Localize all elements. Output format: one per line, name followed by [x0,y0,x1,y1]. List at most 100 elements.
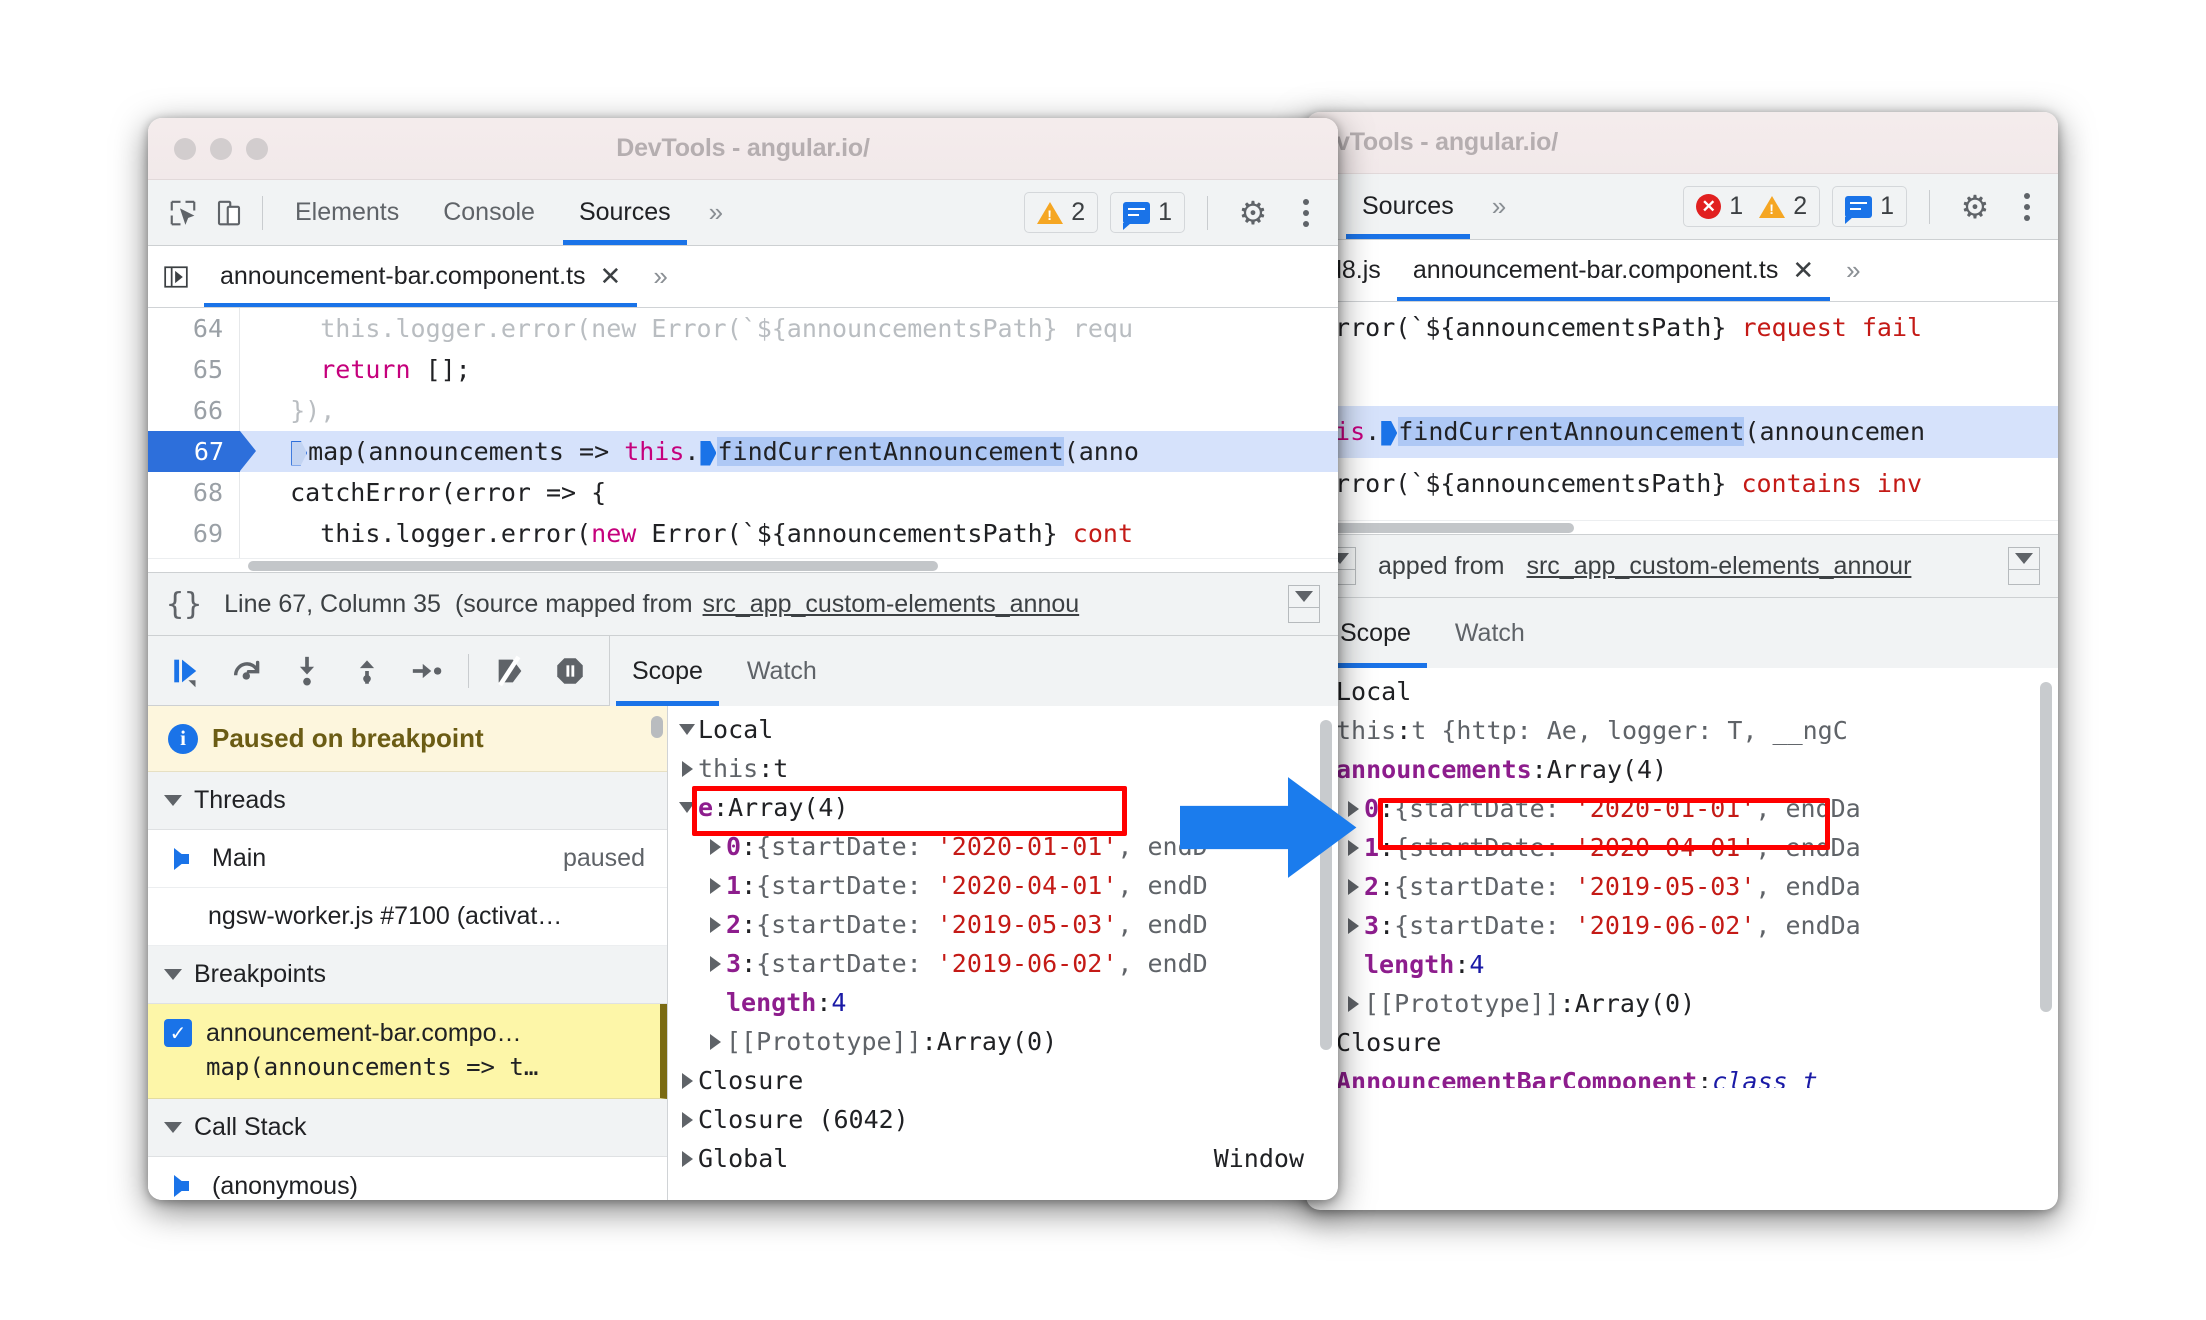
scope-row[interactable]: Global Window [668,1139,1338,1178]
show-navigator-icon[interactable] [148,264,204,290]
scope-row[interactable]: Local [1306,672,2058,711]
tab-console[interactable]: Console [421,180,557,245]
chevron-right-icon[interactable] [1342,995,1364,1012]
code-line[interactable]: 66 }), [148,390,1338,431]
pretty-print-icon[interactable]: {} [166,587,202,622]
scope-row[interactable]: Closure [668,1061,1338,1100]
step-icon[interactable] [400,644,454,698]
file-tabs-overflow-chevron-icon[interactable]: » [637,261,680,292]
left-code-editor[interactable]: 64 this.logger.error(new Error(`${announ… [148,308,1338,572]
pause-exceptions-icon[interactable] [543,644,597,698]
gear-icon[interactable]: ⚙ [1952,184,1998,230]
chevron-right-icon[interactable] [704,916,726,933]
kebab-menu-icon[interactable] [2010,184,2044,230]
chevron-right-icon[interactable] [676,760,698,777]
error-warning-badge[interactable]: ✕ 1 2 [1683,186,1821,227]
right-code-editor[interactable]: Error(`${announcementsPath} request fail… [1306,302,2058,534]
right-scope-tree[interactable]: Local this: t {http: Ae, logger: T, __ngC… [1306,668,2058,1088]
code-line[interactable]: 64 this.logger.error(new Error(`${announ… [148,308,1338,349]
scope-row[interactable]: 1: {startDate: '2020-04-01', endDa [1306,828,2058,867]
file-tab-announcement-bar[interactable]: announcement-bar.component.ts ✕ [204,246,638,307]
chevron-right-icon[interactable] [704,1033,726,1050]
line-number[interactable]: 68 [148,472,240,513]
tab-elements[interactable]: Elements [273,180,421,245]
chevron-down-icon[interactable] [676,802,698,813]
code-line[interactable]: 68 catchError(error => { [148,472,1338,513]
message-badge[interactable]: 1 [1832,186,1907,227]
scope-row[interactable]: [[Prototype]]: Array(0) [668,1022,1338,1061]
deactivate-breakpoints-icon[interactable] [483,644,537,698]
line-number[interactable]: 66 [148,390,240,431]
gear-icon[interactable]: ⚙ [1230,190,1276,236]
line-number[interactable]: 64 [148,308,240,349]
close-icon[interactable]: ✕ [600,261,622,292]
resume-icon[interactable] [160,644,214,698]
callstack-section-header[interactable]: Call Stack [148,1099,667,1157]
step-into-icon[interactable] [280,644,334,698]
code-line[interactable]: Error(`${announcementsPath} contains inv [1306,458,2058,510]
scope-row[interactable]: length: 4 [1306,945,2058,984]
right-horizontal-scrollbar[interactable] [1306,520,2058,534]
tab-sources[interactable]: Sources [557,180,693,245]
inspect-element-icon[interactable] [160,190,206,236]
thread-row-main[interactable]: Main paused [148,830,667,888]
more-tabs-chevron-icon[interactable]: » [1476,191,1519,222]
inline-breakpoint-marker-active[interactable] [700,440,717,466]
breakpoints-section-header[interactable]: Breakpoints [148,946,667,1004]
chevron-right-icon[interactable] [676,1072,698,1089]
tab-watch[interactable]: Watch [1433,598,1547,668]
code-line[interactable] [1306,354,2058,406]
chevron-right-icon[interactable] [704,877,726,894]
scope-row[interactable]: length: 4 [668,983,1338,1022]
scope-row[interactable]: 3: {startDate: '2019-06-02', endDa [1306,906,2058,945]
breakpoint-checkbox[interactable]: ✓ [164,1019,192,1047]
inline-breakpoint-marker[interactable] [291,440,308,466]
scope-row[interactable]: 3: {startDate: '2019-06-02', endD [668,944,1338,983]
chevron-down-icon[interactable] [676,724,698,735]
close-icon[interactable]: ✕ [1792,255,1814,286]
chevron-right-icon[interactable] [676,1150,698,1167]
scope-row[interactable]: Local [668,710,1338,749]
message-badge[interactable]: 1 [1110,192,1185,233]
file-tab-announcement-bar[interactable]: announcement-bar.component.ts ✕ [1396,240,1831,301]
more-tabs-chevron-icon[interactable]: » [693,197,736,228]
line-number[interactable]: 65 [148,349,240,390]
thread-row-worker[interactable]: ngsw-worker.js #7100 (activat… [148,888,667,946]
popout-icon[interactable] [2008,547,2040,585]
scope-row[interactable]: AnnouncementBarComponent: class t [1306,1062,2058,1088]
breakpoint-item[interactable]: ✓ announcement-bar.compo… map(announceme… [148,1004,667,1099]
scope-row[interactable]: 2: {startDate: '2019-05-03', endD [668,905,1338,944]
kebab-menu-icon[interactable] [1288,190,1324,236]
step-out-icon[interactable] [340,644,394,698]
chevron-right-icon[interactable] [704,838,726,855]
sidebar-scrollbar[interactable] [651,716,663,738]
file-tabs-overflow-chevron-icon[interactable]: » [1830,255,1873,286]
popout-icon[interactable] [1288,585,1320,623]
inline-breakpoint-marker-active[interactable] [1381,420,1398,446]
scope-row[interactable]: announcements: Array(4) [1306,750,2058,789]
chevron-right-icon[interactable] [704,955,726,972]
tab-watch[interactable]: Watch [725,636,839,706]
code-line[interactable]: 69 this.logger.error(new Error(`${announ… [148,513,1338,554]
scope-row[interactable]: 2: {startDate: '2019-05-03', endDa [1306,867,2058,906]
right-source-map-link[interactable]: src_app_custom-elements_annour [1526,552,1911,581]
callstack-row[interactable]: (anonymous) [148,1157,667,1200]
left-source-map-link[interactable]: src_app_custom-elements_annou [703,590,1080,619]
device-toolbar-icon[interactable] [206,190,252,236]
scope-row[interactable]: this: t {http: Ae, logger: T, __ngC [1306,711,2058,750]
tab-sources[interactable]: Sources [1340,174,1476,239]
threads-section-header[interactable]: Threads [148,772,667,830]
code-line[interactable]: Error(`${announcementsPath} request fail [1306,302,2058,354]
step-over-icon[interactable] [220,644,274,698]
chevron-right-icon[interactable] [676,1111,698,1128]
code-line[interactable]: 67 map(announcements => this. findCurrent… [148,431,1338,472]
scope-row[interactable]: [[Prototype]]: Array(0) [1306,984,2058,1023]
scope-row[interactable]: Closure [1306,1023,2058,1062]
code-line[interactable]: 65 return []; [148,349,1338,390]
right-scope-scrollbar[interactable] [2040,682,2052,1012]
line-number[interactable]: 69 [148,513,240,554]
tab-scope[interactable]: Scope [610,636,725,706]
left-horizontal-scrollbar[interactable] [148,558,1338,572]
line-number[interactable]: 67 [148,431,256,472]
chevron-right-icon[interactable] [1342,917,1364,934]
